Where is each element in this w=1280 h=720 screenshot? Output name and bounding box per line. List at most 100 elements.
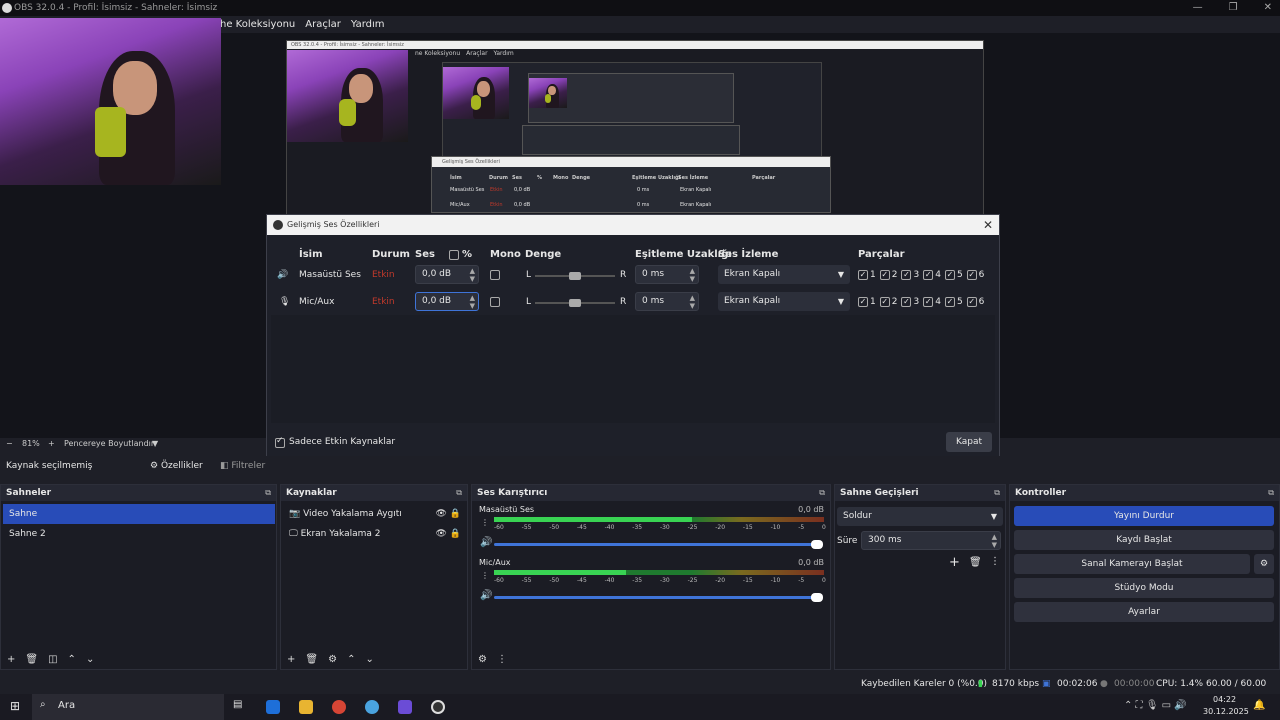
spin-arrows-icon[interactable]: ▲ ▼ <box>470 294 475 310</box>
eye-icon[interactable]: 👁 🔒 <box>436 504 462 524</box>
sync-offset-spinbox[interactable]: 0 ms ▲ ▼ <box>635 265 699 284</box>
settings-button[interactable]: Ayarlar <box>1014 602 1274 622</box>
float-icon[interactable]: ⧉ <box>819 485 825 501</box>
mono-checkbox[interactable] <box>490 297 500 307</box>
kebab-icon[interactable]: ⋮ <box>481 571 489 580</box>
kebab-icon[interactable]: ⋮ <box>481 518 489 527</box>
transition-combo[interactable]: Soldur ▼ <box>837 507 1003 526</box>
chevron-down-icon[interactable]: ⌄ <box>365 654 373 665</box>
speaker-icon[interactable]: 🔊 <box>480 537 492 548</box>
volume-value[interactable]: 0,0 dB <box>422 296 451 306</box>
stop-stream-button[interactable]: Yayını Durdur <box>1014 506 1274 526</box>
volume-slider[interactable] <box>494 540 823 549</box>
mono-checkbox[interactable] <box>490 270 500 280</box>
track-6[interactable]: 6 <box>979 297 985 307</box>
float-icon[interactable]: ⧉ <box>265 485 271 501</box>
filters-button[interactable]: ◧ Filtreler <box>220 461 265 471</box>
obs-taskbar-icon[interactable] <box>431 700 445 714</box>
add-icon[interactable]: + <box>949 555 960 570</box>
chevron-down-icon[interactable]: ⌄ <box>86 654 94 665</box>
track-4[interactable]: 4 <box>935 270 941 280</box>
track-5[interactable]: 5 <box>957 297 963 307</box>
app-icon[interactable] <box>365 700 379 714</box>
discord-icon[interactable] <box>398 700 412 714</box>
monitor-combo[interactable]: Ekran Kapalı ▼ <box>718 265 850 284</box>
gear-icon[interactable]: ⚙ <box>328 654 337 665</box>
volume-spinbox[interactable]: 0,0 dB ▲ ▼ <box>415 265 479 284</box>
windows-start-icon[interactable]: ⊞ <box>10 699 20 713</box>
monitor-combo[interactable]: Ekran Kapalı ▼ <box>718 292 850 311</box>
chevron-up-icon[interactable]: ⌃ <box>347 654 355 665</box>
minimize-button[interactable]: — <box>1193 0 1203 16</box>
start-virtualcam-button[interactable]: Sanal Kamerayı Başlat <box>1014 554 1250 574</box>
start-record-button[interactable]: Kaydı Başlat <box>1014 530 1274 550</box>
float-icon[interactable]: ⧉ <box>994 485 1000 501</box>
track-2[interactable]: 2 <box>892 270 898 280</box>
notification-icon[interactable]: 🔔 <box>1253 700 1265 711</box>
properties-button[interactable]: ⚙ Özellikler <box>150 461 203 471</box>
track-1[interactable]: 1 <box>870 270 876 280</box>
close-button[interactable]: ✕ <box>1264 0 1272 16</box>
menu-help[interactable]: Yardım <box>351 16 385 33</box>
float-icon[interactable]: ⧉ <box>1268 485 1274 501</box>
virtualcam-gear-icon[interactable]: ⚙ <box>1254 554 1274 574</box>
kebab-icon[interactable]: ⋮ <box>497 654 507 665</box>
chrome-icon[interactable] <box>332 700 346 714</box>
row-status[interactable]: Etkin <box>372 297 395 307</box>
spin-arrows-icon[interactable]: ▲ ▼ <box>690 267 695 283</box>
zoom-out-button[interactable]: − <box>6 439 13 448</box>
zoom-in-button[interactable]: + <box>48 439 55 448</box>
volume-slider[interactable] <box>494 593 823 602</box>
source-item[interactable]: 📷 Video Yakalama Aygıtı 👁 🔒 <box>283 504 467 524</box>
balance-slider[interactable] <box>535 299 615 307</box>
track-5[interactable]: 5 <box>957 270 963 280</box>
menu-scene-collection[interactable]: he Koleksiyonu <box>220 16 295 33</box>
task-view-icon[interactable]: ▤ <box>233 699 242 710</box>
fit-window-button[interactable]: Pencereye Boyutlandır <box>64 439 154 448</box>
file-explorer-icon[interactable] <box>299 700 313 714</box>
only-active-checkbox[interactable] <box>275 436 285 448</box>
chevron-down-icon[interactable]: ▼ <box>152 439 158 448</box>
dialog-close-icon[interactable]: ✕ <box>983 215 993 235</box>
tray-icons[interactable]: ⌃ ⛶ 🎙 ▭ 🔊 <box>1124 700 1187 711</box>
only-active-label[interactable]: Sadece Etkin Kaynaklar <box>289 437 395 447</box>
sync-offset-spinbox[interactable]: 0 ms ▲ ▼ <box>635 292 699 311</box>
spin-arrows-icon[interactable]: ▲ ▼ <box>992 533 997 549</box>
trash-icon[interactable]: 🗑 <box>25 654 38 665</box>
source-item[interactable]: 🖵 Ekran Yakalama 2 👁 🔒 <box>283 524 467 544</box>
kebab-icon[interactable]: ⋮ <box>990 556 1000 567</box>
add-icon[interactable]: + <box>287 654 295 665</box>
add-icon[interactable]: + <box>7 654 15 665</box>
trash-icon[interactable]: 🗑 <box>969 557 982 568</box>
maximize-button[interactable]: ❐ <box>1229 0 1238 16</box>
track-checkboxes[interactable]: ✓ 1 ✓ 2 ✓ 3 ✓ 4 ✓ 5 ✓ 6 <box>858 297 984 307</box>
eye-icon[interactable]: 👁 🔒 <box>436 524 462 544</box>
float-icon[interactable]: ⧉ <box>456 485 462 501</box>
track-4[interactable]: 4 <box>935 297 941 307</box>
track-6[interactable]: 6 <box>979 270 985 280</box>
chevron-up-icon[interactable]: ⌃ <box>68 654 76 665</box>
track-checkboxes[interactable]: ✓ 1 ✓ 2 ✓ 3 ✓ 4 ✓ 5 ✓ 6 <box>858 270 984 280</box>
scene-item[interactable]: Sahne <box>3 504 275 524</box>
studio-mode-button[interactable]: Stüdyo Modu <box>1014 578 1274 598</box>
percent-checkbox[interactable] <box>449 250 459 260</box>
taskbar-search[interactable]: ⌕ Ara <box>32 694 224 720</box>
spin-arrows-icon[interactable]: ▲ ▼ <box>470 267 475 283</box>
track-3[interactable]: 3 <box>913 297 919 307</box>
close-dialog-button[interactable]: Kapat <box>946 432 992 452</box>
scene-item[interactable]: Sahne 2 <box>3 524 275 544</box>
volume-spinbox[interactable]: 0,0 dB ▲ ▼ <box>415 292 479 311</box>
webcam-source[interactable] <box>0 18 221 185</box>
trash-icon[interactable]: 🗑 <box>305 654 318 665</box>
track-2[interactable]: 2 <box>892 297 898 307</box>
track-3[interactable]: 3 <box>913 270 919 280</box>
menu-tools[interactable]: Araçlar <box>305 16 341 33</box>
balance-slider[interactable] <box>535 272 615 280</box>
row-status[interactable]: Etkin <box>372 270 395 280</box>
speaker-icon[interactable]: 🔊 <box>480 590 492 601</box>
duration-spinbox[interactable]: 300 ms ▲ ▼ <box>861 531 1001 550</box>
spin-arrows-icon[interactable]: ▲ ▼ <box>690 294 695 310</box>
filter-icon[interactable]: ◫ <box>48 654 57 665</box>
outlook-icon[interactable] <box>266 700 280 714</box>
track-1[interactable]: 1 <box>870 297 876 307</box>
